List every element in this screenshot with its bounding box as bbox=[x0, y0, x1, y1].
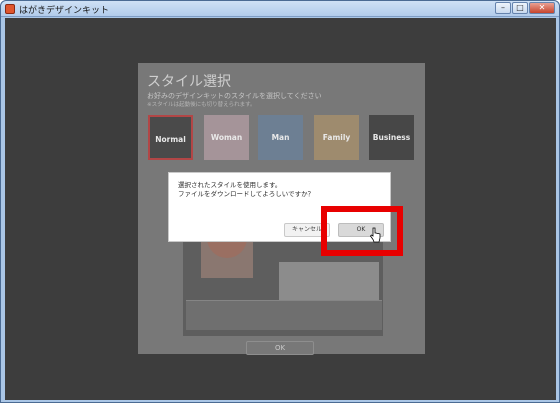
window-controls: – □ ✕ bbox=[495, 2, 555, 14]
pointer-hand-icon bbox=[369, 227, 381, 243]
close-button[interactable]: ✕ bbox=[529, 2, 555, 14]
style-woman-button[interactable]: Woman bbox=[204, 115, 249, 160]
window-title: はがきデザインキット bbox=[19, 6, 110, 16]
style-man-button[interactable]: Man bbox=[258, 115, 303, 160]
dialog-message-line2: ファイルをダウンロードしてよろしいですか？ bbox=[178, 190, 315, 198]
maximize-button[interactable]: □ bbox=[512, 2, 528, 14]
confirm-dialog: 選択されたスタイルを使用します。 ファイルをダウンロードしてよろしいですか？ キ… bbox=[168, 172, 391, 242]
style-normal-button[interactable]: Normal bbox=[148, 115, 193, 160]
style-family-button[interactable]: Family bbox=[314, 115, 359, 160]
dialog-cancel-button[interactable]: キャンセル bbox=[284, 223, 330, 237]
preview-sample-strip bbox=[186, 300, 382, 330]
style-business-button[interactable]: Business bbox=[369, 115, 414, 160]
title-bar[interactable]: はがきデザインキット – □ ✕ bbox=[1, 1, 559, 17]
panel-note: ※スタイルは起動後にも切り替えられます。 bbox=[147, 102, 256, 108]
panel-ok-button[interactable]: OK bbox=[246, 341, 314, 355]
minimize-button[interactable]: – bbox=[495, 2, 511, 14]
panel-title: スタイル選択 bbox=[147, 74, 231, 90]
app-icon bbox=[5, 4, 15, 14]
